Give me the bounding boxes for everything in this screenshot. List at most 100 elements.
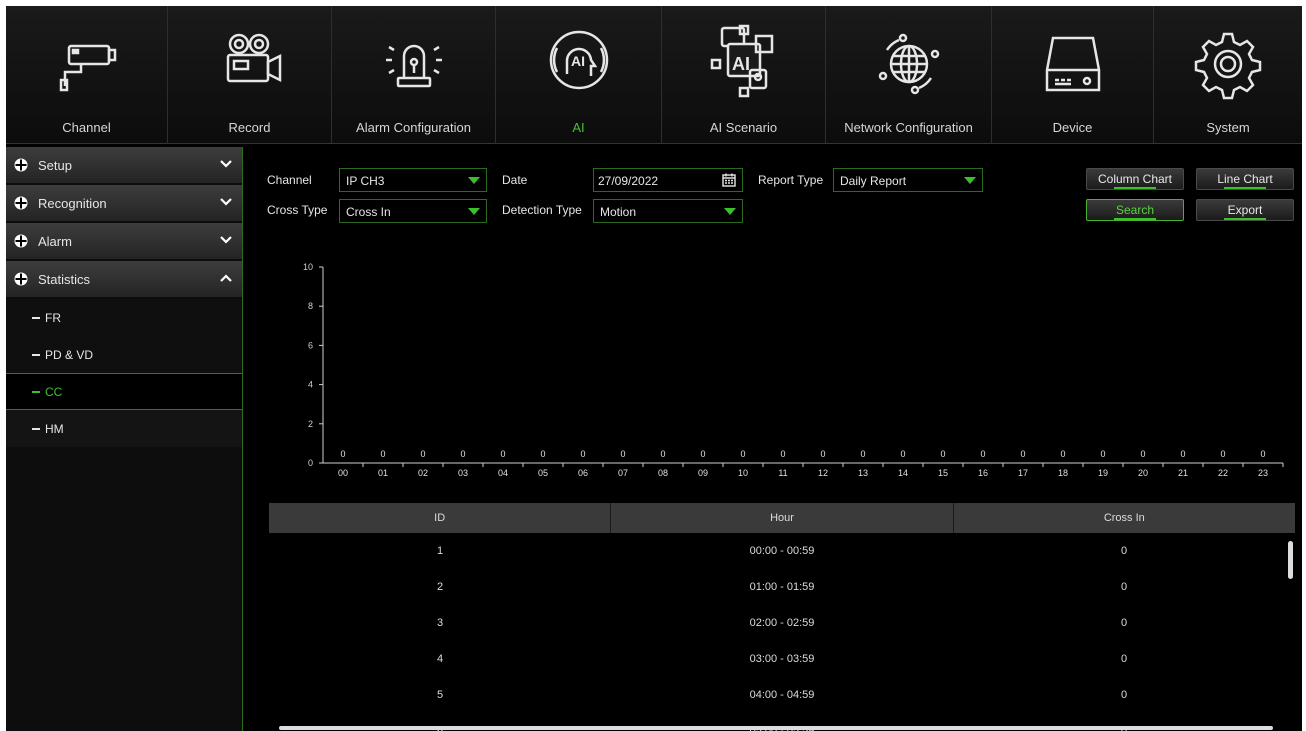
x-tick-label: 13 xyxy=(858,468,868,478)
column-header-id[interactable]: ID xyxy=(269,503,612,533)
cell-hour: 03:00 - 03:59 xyxy=(749,653,815,665)
detection-type-select[interactable]: Motion xyxy=(593,199,743,223)
x-tick-label: 10 xyxy=(738,468,748,478)
table-row[interactable]: 1 00:00 - 00:59 0 xyxy=(269,533,1295,569)
cell-hour: 00:00 - 00:59 xyxy=(749,545,815,557)
x-tick-label: 17 xyxy=(1018,468,1028,478)
data-label: 0 xyxy=(1220,449,1225,459)
column-header-hour[interactable]: Hour xyxy=(611,503,954,533)
nav-alarm-configuration[interactable]: Alarm Configuration xyxy=(332,6,496,144)
y-tick-label: 6 xyxy=(308,340,313,350)
cell-hour: 02:00 - 02:59 xyxy=(749,617,815,629)
cell-hour: 01:00 - 01:59 xyxy=(749,581,815,593)
x-tick-label: 02 xyxy=(418,468,428,478)
cell-cross-in: 0 xyxy=(1120,545,1128,557)
sidebar-section-label: Alarm xyxy=(38,233,72,249)
column-chart-button[interactable]: Column Chart xyxy=(1086,168,1184,190)
date-field[interactable]: 27/09/2022 xyxy=(593,168,743,192)
camera-icon xyxy=(59,44,116,92)
x-tick-label: 06 xyxy=(578,468,588,478)
x-tick-label: 08 xyxy=(658,468,668,478)
video-camera-icon xyxy=(226,33,281,83)
line-chart-button[interactable]: Line Chart xyxy=(1196,168,1294,190)
horizontal-scrollbar[interactable] xyxy=(269,725,1287,731)
data-label: 0 xyxy=(540,449,545,459)
sidebar-item-cc[interactable]: CC xyxy=(6,373,242,410)
search-button[interactable]: Search xyxy=(1086,199,1184,221)
table-row[interactable]: 3 02:00 - 02:59 0 xyxy=(269,605,1295,641)
export-button[interactable]: Export xyxy=(1196,199,1294,221)
x-tick-label: 09 xyxy=(698,468,708,478)
y-tick-label: 10 xyxy=(303,262,313,272)
data-label: 0 xyxy=(1260,449,1265,459)
channel-select[interactable]: IP CH3 xyxy=(339,168,487,192)
sidebar-item-label: CC xyxy=(45,384,63,399)
date-value: 27/09/2022 xyxy=(598,174,659,188)
data-label: 0 xyxy=(940,449,945,459)
svg-text:AI: AI xyxy=(571,53,585,69)
sidebar-section-recognition[interactable]: Recognition xyxy=(6,185,242,221)
data-label: 0 xyxy=(500,449,505,459)
compass-icon xyxy=(14,196,28,210)
dvr-window: Channel Record Alarm Configuration AI AI… xyxy=(6,6,1302,731)
scrollbar-thumb[interactable] xyxy=(1288,541,1293,579)
x-tick-label: 04 xyxy=(498,468,508,478)
dash-icon xyxy=(32,316,40,319)
sidebar-item-fr[interactable]: FR xyxy=(6,299,242,336)
sidebar-section-statistics[interactable]: Statistics xyxy=(6,261,242,297)
data-label: 0 xyxy=(820,449,825,459)
nav-device-label: Device xyxy=(1052,120,1093,135)
cell-cross-in: 0 xyxy=(1120,617,1128,629)
date-label: Date xyxy=(502,173,528,187)
table-row[interactable]: 5 04:00 - 04:59 0 xyxy=(269,677,1295,713)
scrollbar-thumb[interactable] xyxy=(279,726,1273,730)
data-label: 0 xyxy=(340,449,345,459)
x-tick-label: 14 xyxy=(898,468,908,478)
sidebar-item-hm[interactable]: HM xyxy=(6,410,242,447)
nav-ai-label: AI xyxy=(572,120,585,135)
y-tick-label: 8 xyxy=(308,301,313,311)
nav-network-configuration-label: Network Configuration xyxy=(844,120,973,135)
chevron-up-icon xyxy=(220,274,232,282)
dash-icon xyxy=(32,353,40,356)
cross-type-select[interactable]: Cross In xyxy=(339,199,487,223)
nav-device[interactable]: Device xyxy=(992,6,1154,144)
sidebar-section-setup[interactable]: Setup xyxy=(6,147,242,183)
sidebar-section-label: Setup xyxy=(38,157,72,173)
table-header: ID Hour Cross In xyxy=(269,503,1295,533)
table-row[interactable]: 2 01:00 - 01:59 0 xyxy=(269,569,1295,605)
dash-icon xyxy=(32,427,40,430)
calendar-icon xyxy=(722,173,736,187)
x-tick-label: 11 xyxy=(778,468,787,478)
sidebar-empty-area xyxy=(6,447,242,707)
x-tick-label: 15 xyxy=(938,468,948,478)
data-label: 0 xyxy=(740,449,745,459)
dropdown-arrow-icon xyxy=(468,177,480,184)
statistics-table: ID Hour Cross In 1 00:00 - 00:59 0 2 01:… xyxy=(269,503,1295,731)
nav-network-configuration[interactable]: Network Configuration xyxy=(826,6,992,144)
sidebar-item-pd-vd[interactable]: PD & VD xyxy=(6,336,242,373)
cross-count-chart: 0246810000001002003004005006007008009010… xyxy=(303,262,1284,478)
data-label: 0 xyxy=(860,449,865,459)
table-row[interactable]: 4 03:00 - 03:59 0 xyxy=(269,641,1295,677)
data-label: 0 xyxy=(900,449,905,459)
sidebar-section-alarm[interactable]: Alarm xyxy=(6,223,242,259)
data-label: 0 xyxy=(460,449,465,459)
cell-id: 2 xyxy=(436,581,444,593)
vertical-scrollbar[interactable] xyxy=(1287,533,1295,727)
data-label: 0 xyxy=(420,449,425,459)
x-tick-label: 12 xyxy=(818,468,828,478)
column-header-cross-in[interactable]: Cross In xyxy=(953,503,1295,533)
nav-ai[interactable]: AI AI xyxy=(496,6,662,144)
data-label: 0 xyxy=(1020,449,1025,459)
nav-record[interactable]: Record xyxy=(168,6,332,144)
nav-system[interactable]: System xyxy=(1154,6,1302,144)
detection-type-value: Motion xyxy=(600,205,637,219)
cell-id: 5 xyxy=(436,689,444,701)
nav-channel[interactable]: Channel xyxy=(6,6,168,144)
report-type-select[interactable]: Daily Report xyxy=(833,168,983,192)
data-label: 0 xyxy=(700,449,705,459)
nav-ai-scenario[interactable]: AI AI Scenario xyxy=(662,6,826,144)
nav-channel-label: Channel xyxy=(62,120,111,135)
sidebar: Setup Recognition Alarm Statistics FR PD… xyxy=(6,147,242,731)
